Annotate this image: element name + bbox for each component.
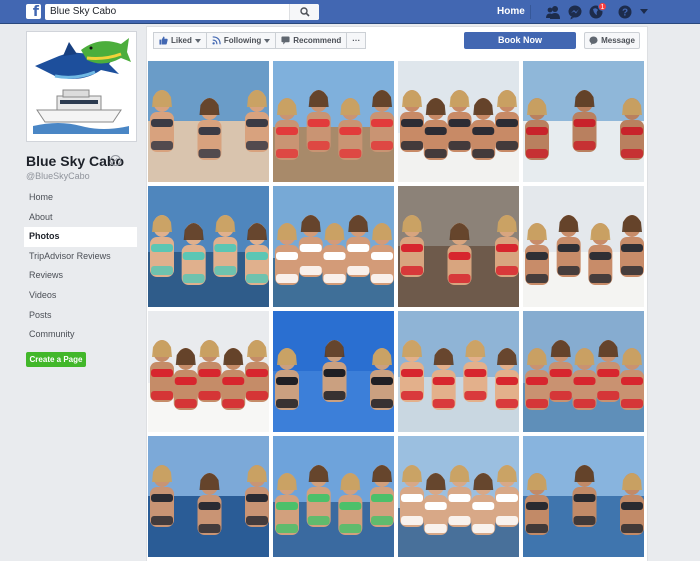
nav-item-home[interactable]: Home: [24, 188, 137, 208]
liked-label: Liked: [171, 36, 192, 45]
chevron-down-icon: [194, 38, 201, 43]
search-value: Blue Sky Cabo: [50, 6, 117, 17]
nav-item-videos[interactable]: Videos: [24, 286, 137, 306]
photo-grid: [146, 56, 648, 561]
message-label: Message: [601, 36, 635, 45]
book-now-button[interactable]: Book Now: [464, 32, 576, 49]
photo-thumbnail[interactable]: [273, 186, 394, 307]
photo-image: [273, 61, 394, 182]
more-options-button[interactable]: ···: [346, 32, 367, 49]
photo-image: [148, 186, 269, 307]
photo-image: [273, 186, 394, 307]
page-navigation: Home About Photos TripAdvisor Reviews Re…: [24, 188, 137, 345]
photo-image: [523, 311, 644, 432]
photo-thumbnail[interactable]: [148, 61, 269, 182]
svg-text:?: ?: [622, 8, 628, 19]
friend-requests-icon[interactable]: [545, 4, 561, 20]
facebook-logo-icon[interactable]: f: [26, 4, 41, 19]
page-handle[interactable]: @BlueSkyCabo: [26, 171, 90, 181]
chevron-down-icon: [264, 38, 271, 43]
photo-thumbnail[interactable]: [398, 61, 519, 182]
home-link[interactable]: Home: [497, 6, 525, 17]
search-input[interactable]: Blue Sky Cabo: [45, 4, 319, 20]
photo-image: [398, 311, 519, 432]
search-button[interactable]: [289, 4, 319, 20]
liked-button[interactable]: Liked: [153, 32, 207, 49]
following-button[interactable]: Following: [205, 32, 277, 49]
verified-check-icon: ✓: [110, 155, 121, 166]
photo-image: [148, 311, 269, 432]
photo-image: [523, 436, 644, 557]
nav-item-community[interactable]: Community: [24, 325, 137, 345]
photo-thumbnail[interactable]: [523, 186, 644, 307]
photo-image: [148, 61, 269, 182]
photo-thumbnail[interactable]: [148, 436, 269, 557]
photo-thumbnail[interactable]: [273, 436, 394, 557]
notifications-badge: 1: [598, 2, 607, 11]
photo-image: [523, 61, 644, 182]
divider: [530, 5, 531, 19]
page-action-bar: Liked Following Recommend ··· Book Now M…: [146, 26, 648, 56]
following-label: Following: [223, 36, 262, 45]
photo-thumbnail[interactable]: [523, 61, 644, 182]
photo-image: [398, 61, 519, 182]
blue-sky-cabo-logo: [29, 34, 134, 139]
messenger-icon: [589, 36, 598, 45]
recommend-label: Recommend: [293, 36, 342, 45]
photo-image: [398, 436, 519, 557]
recommend-button[interactable]: Recommend: [275, 32, 348, 49]
photo-image: [398, 186, 519, 307]
comment-bubble-icon: [281, 36, 290, 45]
photo-thumbnail[interactable]: [398, 436, 519, 557]
photo-thumbnail[interactable]: [523, 311, 644, 432]
nav-item-posts[interactable]: Posts: [24, 306, 137, 326]
photo-image: [148, 436, 269, 557]
photo-thumbnail[interactable]: [273, 61, 394, 182]
page-profile-picture[interactable]: [26, 31, 137, 142]
rss-feed-icon: [212, 36, 221, 45]
photo-thumbnail[interactable]: [148, 186, 269, 307]
photo-thumbnail[interactable]: [523, 436, 644, 557]
photo-image: [523, 186, 644, 307]
nav-item-tripadvisor-reviews[interactable]: TripAdvisor Reviews: [24, 247, 137, 267]
photo-image: [273, 311, 394, 432]
create-page-button[interactable]: Create a Page: [26, 352, 86, 367]
nav-item-reviews[interactable]: Reviews: [24, 266, 137, 286]
nav-item-about[interactable]: About: [24, 208, 137, 228]
photo-thumbnail[interactable]: [398, 186, 519, 307]
account-menu-caret-icon[interactable]: [640, 9, 648, 14]
search-icon: [300, 7, 310, 17]
photo-image: [273, 436, 394, 557]
photo-thumbnail[interactable]: [398, 311, 519, 432]
message-button[interactable]: Message: [584, 32, 640, 49]
messenger-icon[interactable]: [567, 4, 583, 20]
top-navigation-bar: f Blue Sky Cabo Home 1 ?: [0, 0, 700, 24]
photo-thumbnail[interactable]: [148, 311, 269, 432]
photo-thumbnail[interactable]: [273, 311, 394, 432]
help-icon[interactable]: ?: [617, 4, 633, 20]
nav-item-photos[interactable]: Photos: [24, 227, 137, 247]
thumbs-up-icon: [159, 36, 168, 45]
